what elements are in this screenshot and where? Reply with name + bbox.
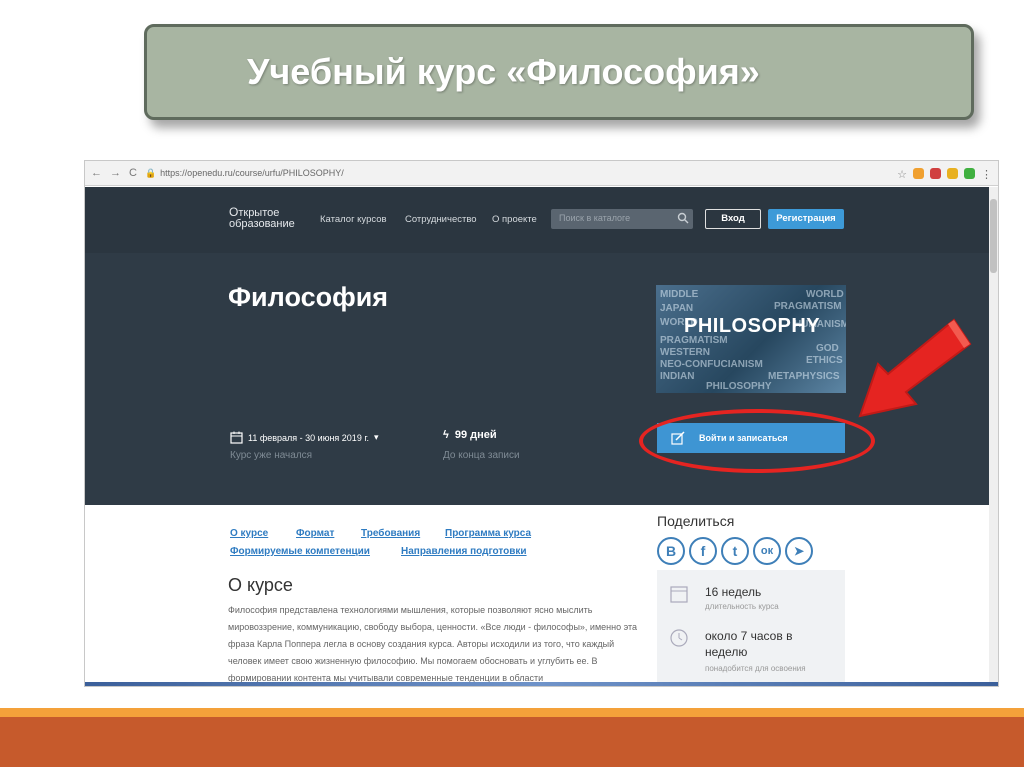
telegram-icon[interactable]: ➤ — [785, 537, 813, 565]
register-button[interactable]: Регистрация — [768, 209, 844, 229]
site-logo[interactable]: Oткрытое образование — [229, 205, 295, 230]
about-heading: О курсе — [228, 575, 293, 595]
browser-toolbar: ← → C 🔒 https://openedu.ru/course/urfu/P… — [85, 161, 998, 186]
course-status: Курс уже начался — [230, 450, 313, 461]
footer-stripe-orange — [0, 708, 1024, 717]
tab-directions[interactable]: Направления подготовки — [401, 546, 527, 557]
menu-icon[interactable]: ⋮ — [981, 168, 992, 181]
days-left: ϟ 99 дней — [443, 429, 497, 441]
nav-about[interactable]: О проекте — [492, 214, 537, 225]
calendar-icon — [230, 431, 243, 444]
login-button[interactable]: Вход — [705, 209, 761, 229]
site-header: Oткрытое образование Каталог курсов Сотр… — [85, 187, 990, 253]
clock-icon — [670, 629, 688, 647]
slide-title: Учебный курс «Философия» — [247, 51, 760, 92]
extension-icon[interactable] — [947, 167, 958, 179]
lightning-icon: ϟ — [443, 429, 449, 441]
nav-catalog[interactable]: Каталог курсов — [320, 214, 387, 225]
extension-icon[interactable] — [964, 167, 975, 179]
course-image: MIDDLE WORLD JAPAN PRAGMATISM WORLD HUMA… — [656, 285, 846, 393]
back-icon[interactable]: ← — [91, 167, 102, 179]
course-dates[interactable]: 11 февраля - 30 июня 2019 г. ▾ — [230, 431, 379, 444]
search-icon[interactable] — [677, 212, 689, 224]
duration-label: длительность курса — [705, 602, 779, 611]
tab-format[interactable]: Формат — [296, 528, 334, 539]
title-banner: Учебный курс «Философия» — [144, 24, 974, 120]
browser-screenshot: ← → C 🔒 https://openedu.ru/course/urfu/P… — [84, 160, 999, 687]
extension-icon[interactable] — [930, 167, 941, 179]
course-title: Философия — [228, 282, 389, 312]
duration-value: 16 недель — [705, 585, 762, 599]
odnoklassniki-icon[interactable]: ок — [753, 537, 781, 565]
scrollbar[interactable] — [989, 187, 998, 686]
red-arrow-icon — [858, 318, 972, 418]
tab-program[interactable]: Программа курса — [445, 528, 531, 539]
reload-icon[interactable]: C — [129, 167, 137, 179]
load-label: понадобится для освоения — [705, 664, 806, 673]
load-value: около 7 часов в неделю — [705, 629, 793, 659]
image-title: PHILOSOPHY — [684, 315, 821, 337]
star-icon[interactable]: ☆ — [897, 168, 907, 181]
footer-stripe-rust — [0, 717, 1024, 767]
logo-o-icon: O — [229, 205, 239, 219]
tab-requirements[interactable]: Требования — [361, 528, 420, 539]
tab-about[interactable]: О курсе — [230, 528, 268, 539]
tab-competencies[interactable]: Формируемые компетенции — [230, 546, 370, 557]
address-bar[interactable]: https://openedu.ru/course/urfu/PHILOSOPH… — [160, 168, 897, 178]
vk-icon[interactable]: В — [657, 537, 685, 565]
taskbar-strip — [85, 682, 998, 686]
nav-cooperation[interactable]: Сотрудничество — [405, 214, 477, 225]
search-input[interactable]: Поиск в каталоге — [551, 209, 693, 229]
calendar-icon — [670, 586, 688, 603]
course-hero: Oткрытое образование Каталог курсов Сотр… — [85, 187, 990, 505]
forward-icon[interactable]: → — [110, 167, 121, 179]
slide: Учебный курс «Философия» ← → C 🔒 https:/… — [0, 0, 1024, 767]
extension-icon[interactable] — [913, 167, 924, 179]
share-heading: Поделиться — [657, 513, 735, 529]
about-text: Философия представлена технологиями мышл… — [228, 605, 638, 683]
facebook-icon[interactable]: f — [689, 537, 717, 565]
twitter-icon[interactable]: t — [721, 537, 749, 565]
highlight-ellipse — [639, 409, 875, 473]
scrollbar-thumb[interactable] — [990, 199, 997, 273]
course-stats: 16 недель длительность курса около 7 час… — [657, 570, 845, 686]
lock-icon: 🔒 — [144, 167, 157, 178]
share-buttons: В f t ок ➤ — [657, 537, 813, 565]
course-tabs: О курсе Формат Требования Программа курс… — [230, 528, 550, 564]
days-caption: До конца записи — [443, 450, 520, 461]
chevron-down-icon: ▾ — [374, 432, 379, 442]
